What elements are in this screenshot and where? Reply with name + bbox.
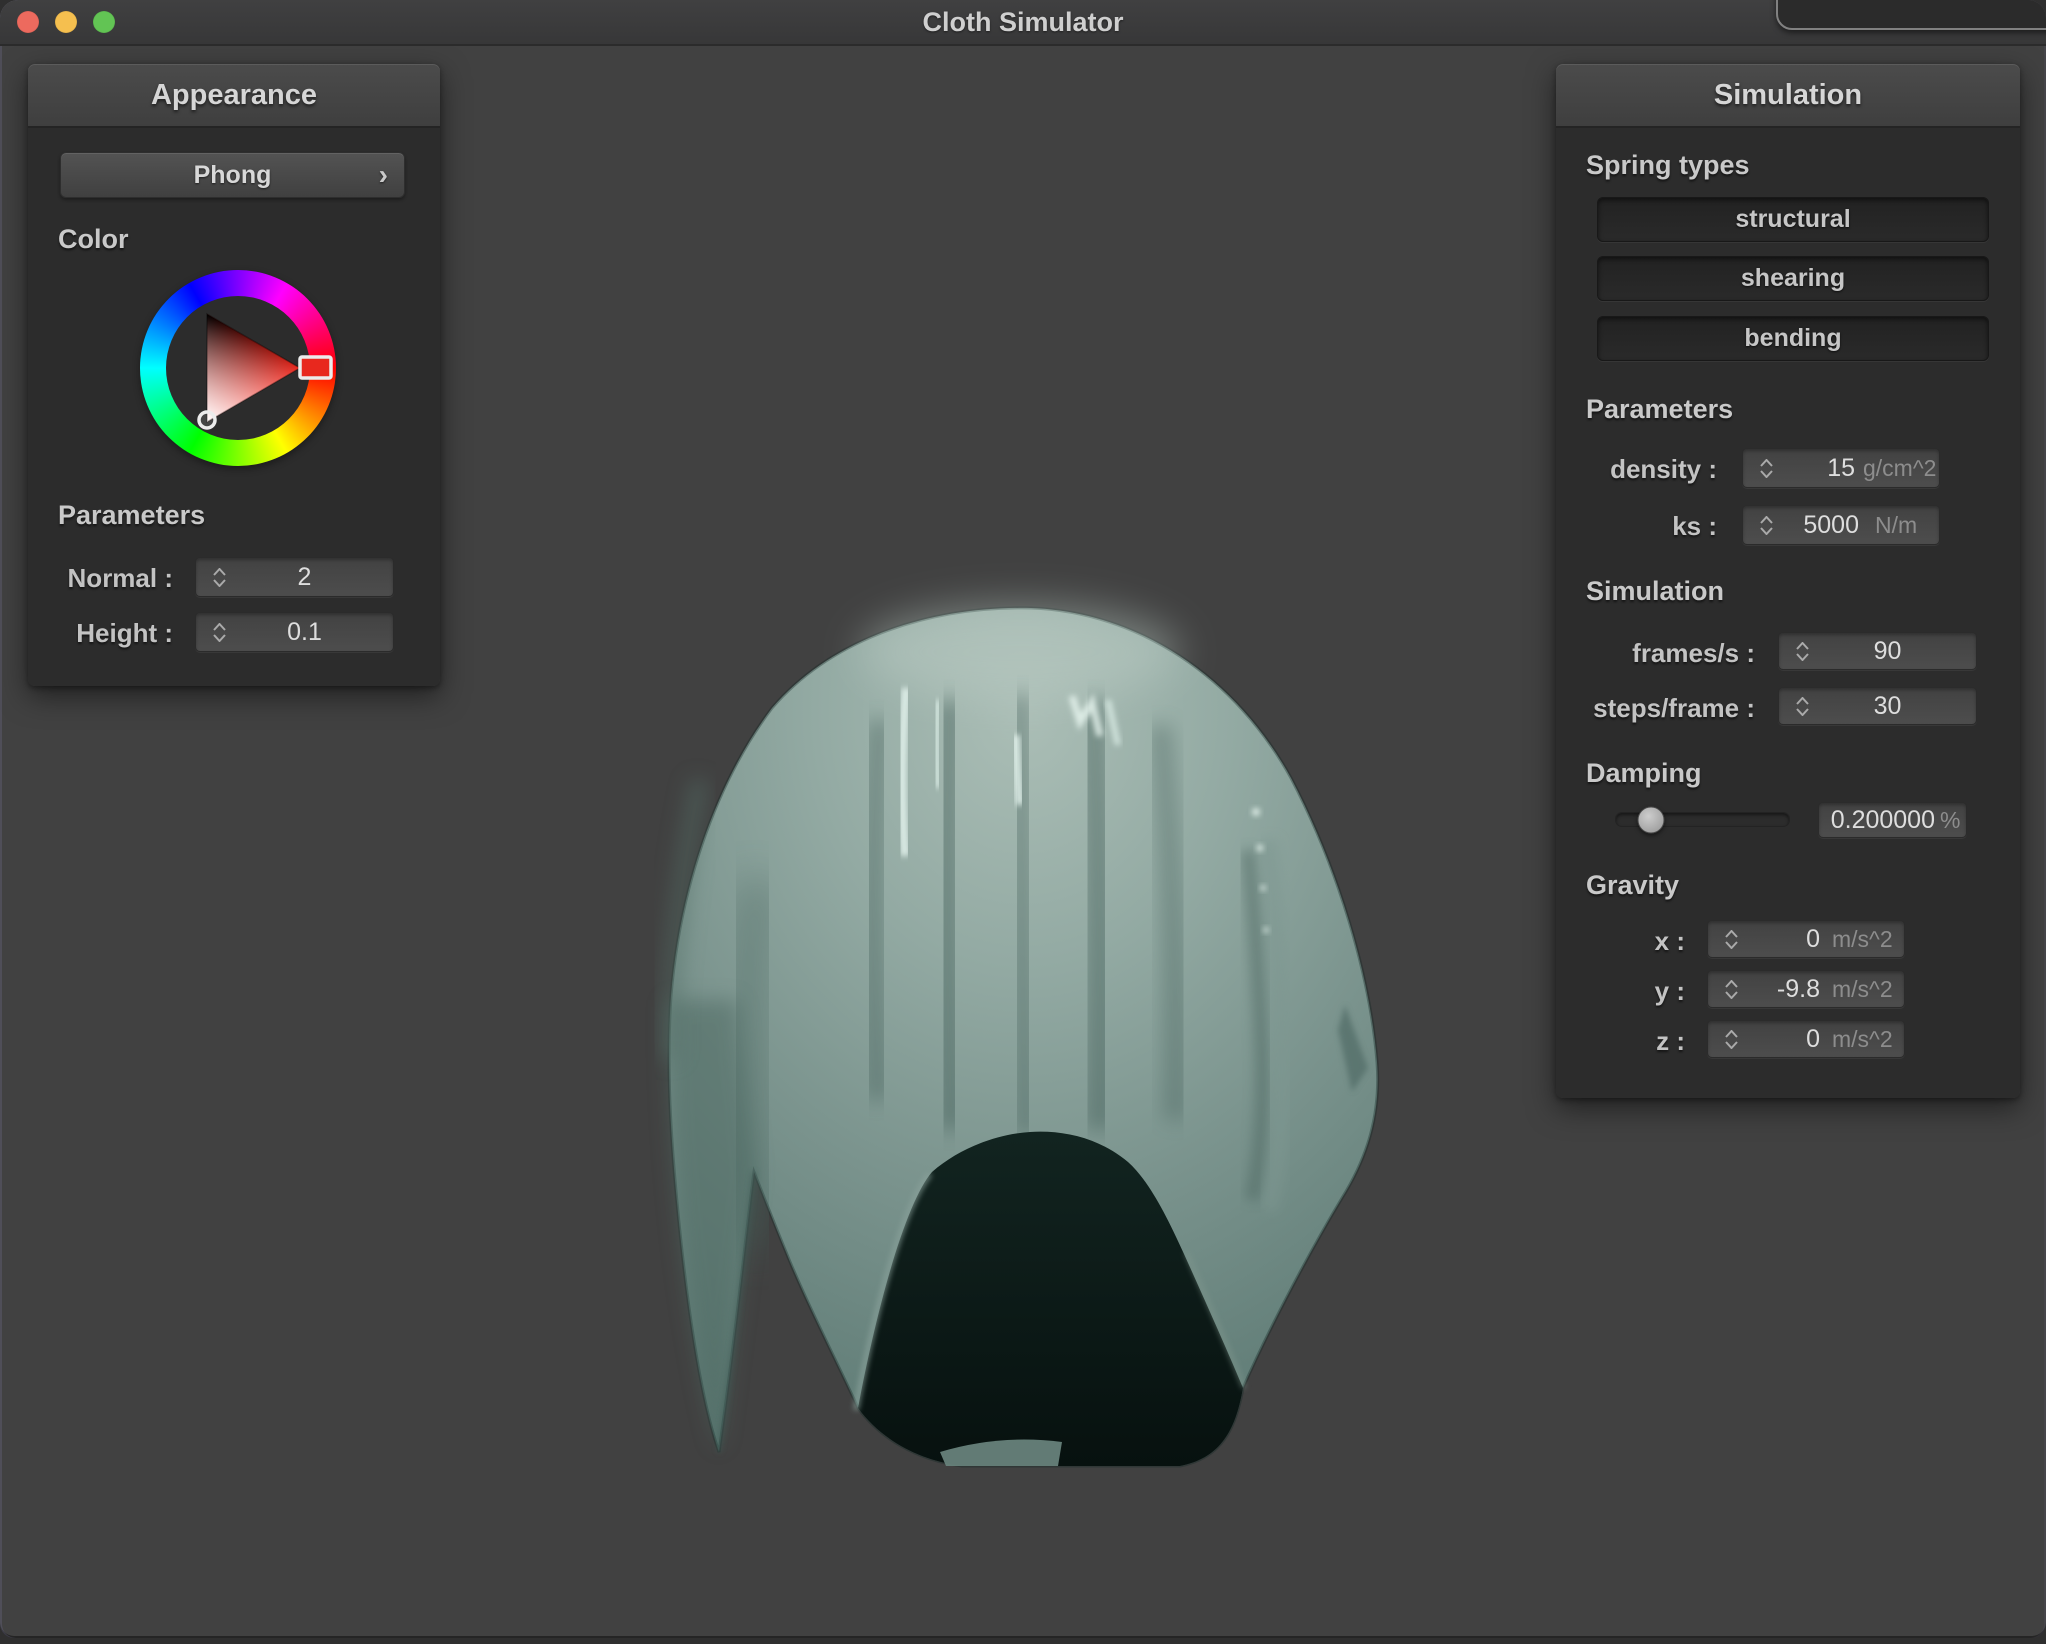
spinner-updown-icon[interactable] xyxy=(1708,980,1746,999)
ks-spinner[interactable]: 5000 N/m xyxy=(1742,505,1940,545)
height-spinner[interactable]: 0.1 xyxy=(195,612,394,652)
steps-spinner[interactable]: 30 xyxy=(1778,687,1977,725)
app-window: Cloth Simulator Appearance Phong › Color xyxy=(0,0,2046,1638)
damping-slider[interactable] xyxy=(1615,812,1790,827)
spinner-updown-icon[interactable] xyxy=(1743,516,1781,535)
density-value[interactable]: 15 xyxy=(1781,454,1855,483)
window-title: Cloth Simulator xyxy=(0,0,2046,44)
saturation-value-triangle[interactable] xyxy=(207,314,300,422)
density-label: density : xyxy=(1556,454,1717,485)
spinner-updown-icon[interactable] xyxy=(1708,930,1746,949)
damping-slider-knob[interactable] xyxy=(1637,806,1664,833)
shader-popup-button[interactable]: Phong › xyxy=(60,152,405,198)
bending-button[interactable]: bending xyxy=(1597,316,1989,361)
minimize-button[interactable] xyxy=(55,11,77,33)
sv-marker[interactable] xyxy=(199,412,215,428)
hue-marker[interactable] xyxy=(300,357,331,378)
damping-textbox[interactable]: 0.200000 % xyxy=(1818,802,1967,838)
damping-label: Damping xyxy=(1586,758,1702,789)
spinner-updown-icon[interactable] xyxy=(1743,459,1781,478)
damping-unit: % xyxy=(1935,807,1966,834)
gravity-z-value[interactable]: 0 xyxy=(1746,1025,1820,1054)
zoom-button[interactable] xyxy=(93,11,115,33)
gravity-y-spinner[interactable]: -9.8 m/s^2 xyxy=(1707,970,1905,1008)
gravity-y-unit: m/s^2 xyxy=(1820,976,1904,1003)
gravity-z-label: z : xyxy=(1556,1026,1685,1057)
color-wheel[interactable] xyxy=(140,270,336,466)
simulation-panel: Simulation Spring types structural shear… xyxy=(1556,64,2020,1098)
damping-value[interactable]: 0.200000 xyxy=(1829,806,1935,835)
density-spinner[interactable]: 15 g/cm^2 xyxy=(1742,448,1940,488)
gravity-x-spinner[interactable]: 0 m/s^2 xyxy=(1707,920,1905,958)
spring-types-label: Spring types xyxy=(1586,150,1750,181)
shearing-button[interactable]: shearing xyxy=(1597,256,1989,301)
sim-section-label: Simulation xyxy=(1586,576,1724,607)
steps-label: steps/frame : xyxy=(1556,693,1755,724)
frames-value[interactable]: 90 xyxy=(1817,637,1958,666)
background-window-corner xyxy=(1776,0,2046,30)
ks-value[interactable]: 5000 xyxy=(1781,511,1859,540)
normal-value[interactable]: 2 xyxy=(234,563,375,592)
structural-button[interactable]: structural xyxy=(1597,197,1989,242)
ks-label: ks : xyxy=(1556,511,1717,542)
normal-spinner[interactable]: 2 xyxy=(195,557,394,597)
spinner-updown-icon[interactable] xyxy=(1708,1030,1746,1049)
gravity-x-label: x : xyxy=(1556,926,1685,957)
simulation-panel-header[interactable]: Simulation xyxy=(1556,64,2020,128)
gravity-z-spinner[interactable]: 0 m/s^2 xyxy=(1707,1020,1905,1058)
appearance-panel-header[interactable]: Appearance xyxy=(28,64,440,128)
spinner-updown-icon[interactable] xyxy=(196,568,234,587)
chevron-right-icon: › xyxy=(379,153,388,197)
gravity-x-value[interactable]: 0 xyxy=(1746,925,1820,954)
frames-label: frames/s : xyxy=(1556,638,1755,669)
spinner-updown-icon[interactable] xyxy=(1779,642,1817,661)
normal-label: Normal : xyxy=(28,563,173,594)
appearance-parameters-label: Parameters xyxy=(58,500,205,531)
gravity-z-unit: m/s^2 xyxy=(1820,1026,1904,1053)
sim-parameters-label: Parameters xyxy=(1586,394,1733,425)
gravity-y-label: y : xyxy=(1556,976,1685,1007)
shader-popup-label: Phong xyxy=(194,161,272,189)
steps-value[interactable]: 30 xyxy=(1817,692,1958,721)
spinner-updown-icon[interactable] xyxy=(196,623,234,642)
frames-spinner[interactable]: 90 xyxy=(1778,632,1977,670)
ks-unit: N/m xyxy=(1859,512,1939,539)
appearance-panel: Appearance Phong › Color xyxy=(28,64,440,686)
color-section-label: Color xyxy=(58,224,129,255)
gravity-label: Gravity xyxy=(1586,870,1679,901)
density-unit: g/cm^2 xyxy=(1855,455,1939,482)
close-button[interactable] xyxy=(17,11,39,33)
height-value[interactable]: 0.1 xyxy=(234,618,375,647)
height-label: Height : xyxy=(28,618,173,649)
gravity-y-value[interactable]: -9.8 xyxy=(1746,975,1820,1004)
spinner-updown-icon[interactable] xyxy=(1779,697,1817,716)
title-bar[interactable]: Cloth Simulator xyxy=(0,0,2046,46)
gravity-x-unit: m/s^2 xyxy=(1820,926,1904,953)
